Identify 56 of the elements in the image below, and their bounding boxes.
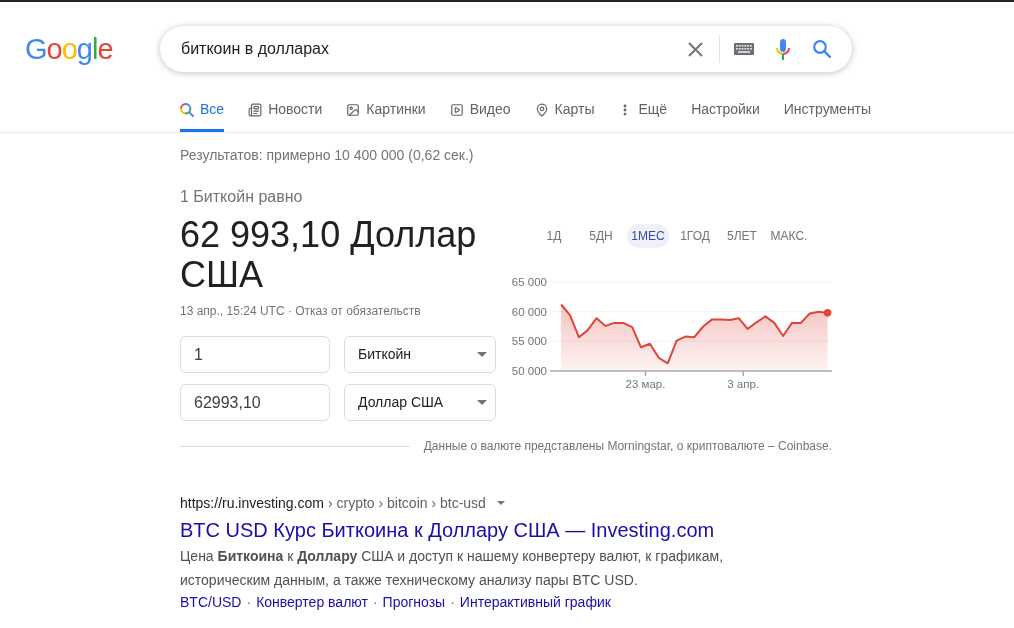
- result-snippet: Цена Биткоина к Доллару США и доступ к нашему конвертеру валют, к графикам, историческим данным, а также техническому анализу пары BTC USD.: [180, 547, 725, 590]
- sitelink[interactable]: BTC/USD: [180, 592, 242, 612]
- tools-menu[interactable]: Инструменты: [783, 90, 872, 132]
- result-title-link[interactable]: BTC USD Курс Биткоина к Доллару США — Investing.com: [180, 517, 715, 543]
- tools-menu[interactable]: Настройки: [691, 90, 760, 132]
- time-range-tab[interactable]: 5ЛЕТ: [721, 224, 763, 248]
- data-attribution: Данные о валюте представлены Morningstar, о криптовалюте – Coinbase.: [423, 438, 832, 455]
- keyboard-icon[interactable]: [734, 43, 754, 55]
- image-icon: [346, 102, 361, 117]
- microphone-icon[interactable]: [776, 38, 790, 60]
- currency-select[interactable]: Биткойн: [344, 336, 496, 373]
- axis-label: 60 000: [511, 305, 547, 318]
- axis-label: 65 000: [511, 276, 547, 288]
- search-tab[interactable]: Видео: [449, 90, 511, 132]
- result-stats: Результатов: примерно 10 400 000 (0,62 сек.): [180, 146, 475, 165]
- sitelink[interactable]: Интерактивный график: [459, 592, 611, 612]
- result-menu-button[interactable]: [495, 498, 506, 508]
- map-pin-icon: [534, 102, 549, 117]
- time-range-tab[interactable]: 1Д: [533, 224, 575, 248]
- caret-down-icon: [496, 501, 505, 505]
- amount-field[interactable]: 1: [180, 336, 330, 373]
- amount-field[interactable]: 62993,10: [180, 384, 330, 421]
- sitelink[interactable]: Прогнозы: [382, 592, 446, 612]
- converted-amount: 62 993,10 Доллар США: [180, 215, 478, 295]
- time-range-tab[interactable]: МАКС.: [768, 224, 810, 248]
- search-tab[interactable]: Ещё: [618, 90, 668, 132]
- axis-label: 23 мар.: [625, 378, 666, 390]
- link-separator: ·: [246, 593, 252, 612]
- result-breadcrumb: › crypto › bitcoin › btc-usd: [327, 494, 486, 513]
- axis-label: 50 000: [511, 365, 547, 377]
- current-price-marker: [823, 309, 832, 317]
- caret-down-icon: [477, 400, 487, 405]
- rate-timestamp: 13 апр., 15:24 UTC · Отказ от обязательств: [180, 303, 422, 319]
- search-icon: [180, 102, 194, 117]
- result-url: https://ru.investing.com: [180, 494, 324, 513]
- play-square-icon: [449, 102, 464, 117]
- sitelink[interactable]: Конвертер валют: [256, 592, 368, 612]
- search-field[interactable]: биткоин в долларах: [181, 37, 688, 61]
- search-icon[interactable]: [813, 40, 831, 58]
- newspaper-icon: [248, 102, 263, 117]
- search-tab[interactable]: Карты: [534, 90, 595, 132]
- time-range-tab[interactable]: 5ДН: [580, 224, 622, 248]
- google-logo[interactable]: Google: [25, 31, 117, 67]
- link-separator: ·: [450, 593, 455, 612]
- time-range-tab[interactable]: 1МЕС: [627, 224, 669, 248]
- search-tab[interactable]: Новости: [248, 90, 323, 132]
- link-separator: ·: [372, 593, 378, 612]
- axis-label: 3 апр.: [727, 378, 760, 390]
- currency-select[interactable]: Доллар США: [344, 384, 496, 421]
- caret-down-icon: [477, 352, 487, 357]
- converter-heading: 1 Биткойн равно: [180, 187, 304, 207]
- axis-label: 55 000: [511, 335, 547, 348]
- search-tab[interactable]: Картинки: [346, 90, 426, 132]
- search-tab[interactable]: Все: [180, 90, 225, 132]
- time-range-tab[interactable]: 1ГОД: [674, 224, 716, 248]
- close-icon[interactable]: [688, 41, 703, 57]
